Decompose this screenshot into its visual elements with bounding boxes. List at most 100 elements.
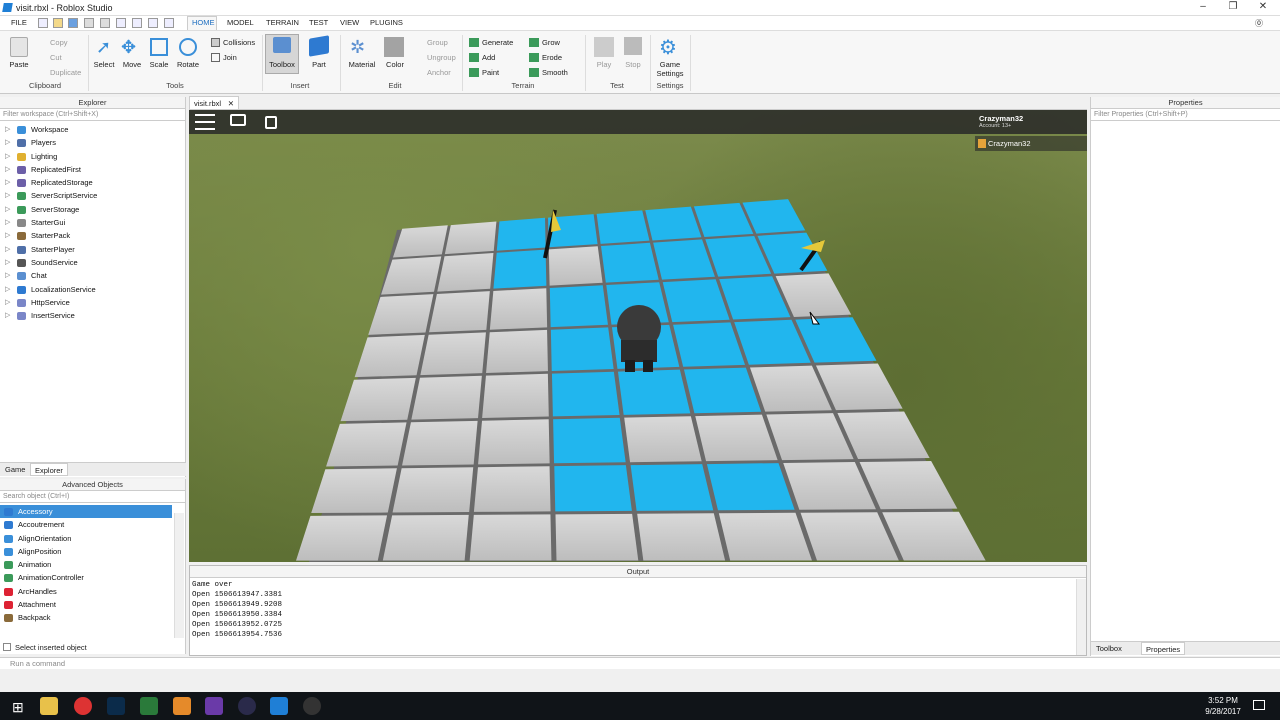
advanced-object-item[interactable]: AnimationController <box>0 571 185 584</box>
advanced-object-item[interactable]: AlignOrientation <box>0 532 185 545</box>
board-tile[interactable] <box>489 288 548 330</box>
quick-access-icon[interactable] <box>164 18 174 28</box>
command-input[interactable]: Run a command <box>10 659 65 668</box>
notification-icon[interactable] <box>1253 700 1265 710</box>
advanced-object-item[interactable]: Accessory <box>0 505 172 519</box>
chat-icon[interactable] <box>230 114 246 126</box>
quick-access-icon[interactable] <box>148 18 158 28</box>
help-icon[interactable]: ⓪ <box>1255 18 1263 29</box>
board-tile[interactable] <box>630 464 714 511</box>
cut-button[interactable]: Cut <box>50 53 62 62</box>
open-icon[interactable] <box>53 18 63 28</box>
explorer-item[interactable]: ▷ LocalizationService <box>0 283 185 296</box>
board-tile[interactable] <box>493 249 547 289</box>
explorer-item[interactable]: ▷ SoundService <box>0 256 185 269</box>
redo-icon[interactable] <box>100 18 110 28</box>
toolbox-button[interactable]: Toolbox <box>266 60 298 69</box>
tab-terrain[interactable]: TERRAIN <box>266 18 299 27</box>
advanced-objects-search[interactable]: Search object (Ctrl+I) <box>0 491 185 503</box>
leaderboard[interactable]: Crazyman32 <box>975 136 1087 151</box>
paste-icon[interactable] <box>10 37 28 57</box>
explorer-item[interactable]: ▷ ServerScriptService <box>0 189 185 202</box>
windows-start-icon[interactable]: ⊞ <box>12 699 24 716</box>
board-tile[interactable] <box>550 327 614 371</box>
tab-home[interactable]: HOME <box>192 18 215 27</box>
output-scrollbar[interactable] <box>1076 579 1086 655</box>
board-tile[interactable] <box>553 417 626 464</box>
duplicate-button[interactable]: Duplicate <box>50 68 81 77</box>
add-terrain-button[interactable]: Add <box>482 53 495 62</box>
copy-button[interactable]: Copy <box>50 38 68 47</box>
expand-arrow-icon[interactable]: ▷ <box>5 296 10 309</box>
tab-explorer[interactable]: Explorer <box>30 463 68 476</box>
maximize-button[interactable]: ❐ <box>1218 1 1248 15</box>
undo-icon[interactable] <box>84 18 94 28</box>
board-tile[interactable] <box>444 221 497 255</box>
expand-arrow-icon[interactable]: ▷ <box>5 243 10 256</box>
clock-time[interactable]: 3:52 PM <box>1204 696 1242 705</box>
erode-button[interactable]: Erode <box>542 53 562 62</box>
board-tile[interactable] <box>411 375 482 420</box>
expand-arrow-icon[interactable]: ▷ <box>5 256 10 269</box>
explorer-item[interactable]: ▷ Workspace <box>0 123 185 136</box>
part-button[interactable]: Part <box>306 60 332 69</box>
app-icon[interactable] <box>238 697 256 715</box>
board-tile[interactable] <box>402 420 478 466</box>
grow-button[interactable]: Grow <box>542 38 560 47</box>
smooth-button[interactable]: Smooth <box>542 68 568 77</box>
paint-button[interactable]: Paint <box>482 68 499 77</box>
board-tile[interactable] <box>496 217 546 251</box>
board-tile[interactable] <box>368 294 434 335</box>
anchor-button[interactable]: Anchor <box>427 68 451 77</box>
join-button[interactable]: Join <box>223 53 237 62</box>
expand-arrow-icon[interactable]: ▷ <box>5 309 10 322</box>
explorer-item[interactable]: ▷ StarterGui <box>0 216 185 229</box>
expand-arrow-icon[interactable]: ▷ <box>5 229 10 242</box>
board-tile[interactable] <box>624 416 702 463</box>
board-tile[interactable] <box>596 210 650 244</box>
game-settings-line2[interactable]: Settings <box>652 69 688 78</box>
explorer-item[interactable]: ▷ Players <box>0 136 185 149</box>
tab-test[interactable]: TEST <box>309 18 328 27</box>
board-tile[interactable] <box>549 285 608 328</box>
board-tile[interactable] <box>295 515 388 561</box>
board-tile[interactable] <box>486 329 548 374</box>
properties-filter-input[interactable]: Filter Properties (Ctrl+Shift+P) <box>1091 109 1280 121</box>
close-icon[interactable]: ✕ <box>228 99 234 108</box>
file-menu[interactable]: FILE <box>11 18 27 27</box>
game-viewport[interactable]: Crazyman32 Account: 13+ Crazyman32 <box>189 110 1087 562</box>
clock-date[interactable]: 9/28/2017 <box>1200 707 1246 716</box>
explorer-item[interactable]: ▷ StarterPack <box>0 229 185 242</box>
explorer-item[interactable]: ▷ ReplicatedStorage <box>0 176 185 189</box>
expand-arrow-icon[interactable]: ▷ <box>5 123 10 136</box>
tab-view[interactable]: VIEW <box>340 18 359 27</box>
board-tile[interactable] <box>478 419 550 465</box>
tab-toolbox[interactable]: Toolbox <box>1096 644 1122 653</box>
board-tile[interactable] <box>340 377 416 422</box>
board-tile[interactable] <box>637 513 726 561</box>
quick-access-icon[interactable] <box>132 18 142 28</box>
tab-visit-rbxl[interactable]: visit.rbxl ✕ <box>189 96 239 109</box>
scale-button[interactable]: Scale <box>147 60 171 69</box>
advanced-object-item[interactable]: Backpack <box>0 611 185 624</box>
board-tile[interactable] <box>548 246 603 286</box>
explorer-item[interactable]: ▷ HttpService <box>0 296 185 309</box>
stop-button[interactable]: Stop <box>620 60 646 69</box>
material-button[interactable]: Material <box>344 60 380 69</box>
board-tile[interactable] <box>555 513 639 561</box>
ungroup-button[interactable]: Ungroup <box>427 53 456 62</box>
new-icon[interactable] <box>38 18 48 28</box>
generate-button[interactable]: Generate <box>482 38 513 47</box>
expand-arrow-icon[interactable]: ▷ <box>5 283 10 296</box>
color-button[interactable]: Color <box>382 60 408 69</box>
expand-arrow-icon[interactable]: ▷ <box>5 150 10 163</box>
photoshop-icon[interactable] <box>107 697 125 715</box>
advanced-object-item[interactable]: Animation <box>0 558 185 571</box>
advanced-object-item[interactable]: ArcHandles <box>0 585 185 598</box>
board-tile[interactable] <box>600 242 659 283</box>
close-button[interactable]: ✕ <box>1248 1 1278 15</box>
select-button[interactable]: Select <box>92 60 116 69</box>
expand-arrow-icon[interactable]: ▷ <box>5 216 10 229</box>
tab-plugins[interactable]: PLUGINS <box>370 18 403 27</box>
explorer-item[interactable]: ▷ Lighting <box>0 150 185 163</box>
